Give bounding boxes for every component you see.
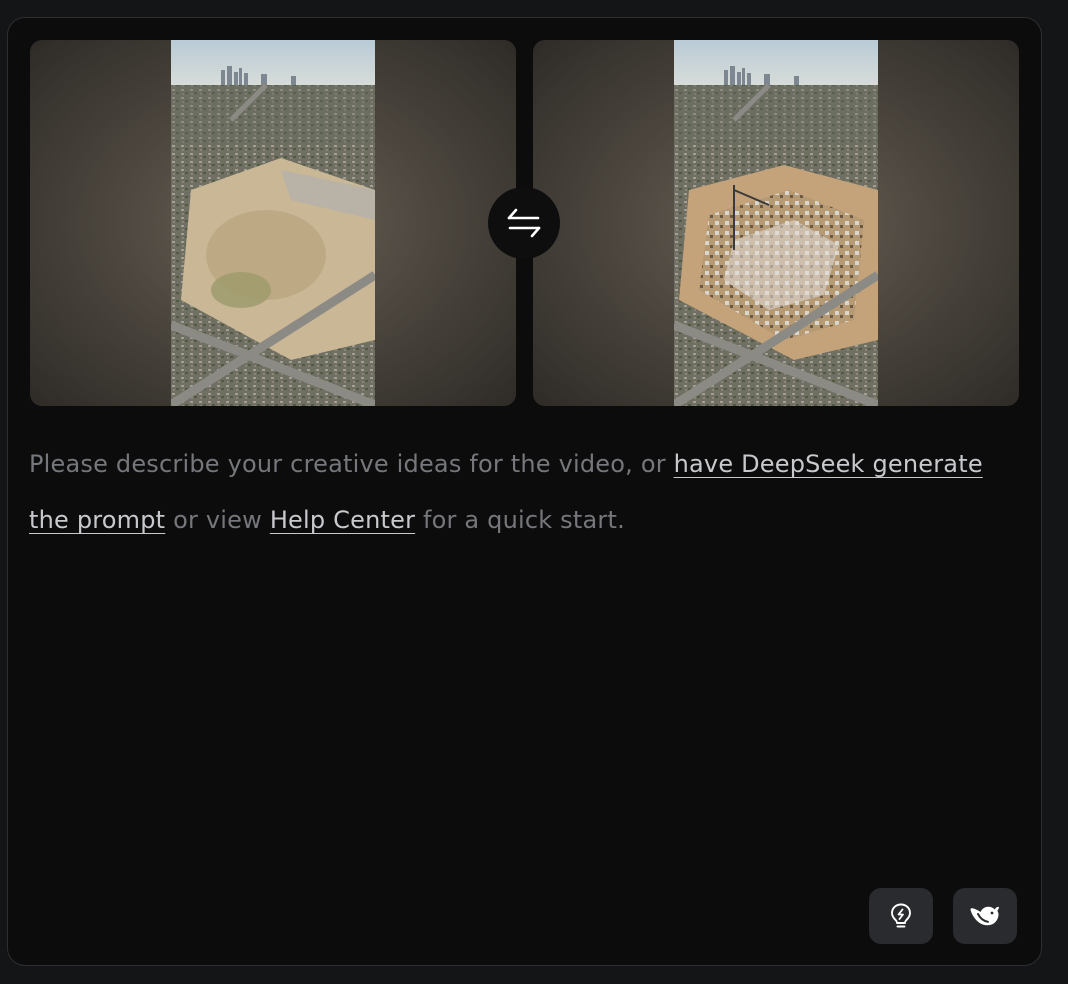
frame-images-row — [30, 40, 1020, 406]
prompt-text-3: for a quick start. — [415, 506, 625, 534]
help-center-link[interactable]: Help Center — [270, 506, 415, 534]
prompt-text-1: Please describe your creative ideas for … — [29, 450, 674, 478]
prompt-text-2: or view — [165, 506, 270, 534]
swap-frames-button[interactable] — [488, 187, 560, 259]
aerial-empty-lot-image — [171, 40, 375, 406]
deepseek-whale-icon — [970, 906, 999, 926]
prompt-placeholder[interactable]: Please describe your creative ideas for … — [29, 436, 1029, 548]
aerial-construction-site-image — [674, 40, 878, 406]
last-frame-slot[interactable] — [533, 40, 1019, 406]
swap-arrows-icon — [507, 208, 541, 238]
lightbulb-bolt-icon — [891, 903, 911, 928]
deepseek-button[interactable] — [953, 888, 1017, 944]
inspiration-button[interactable] — [869, 888, 933, 944]
video-prompt-panel: Please describe your creative ideas for … — [7, 17, 1042, 966]
first-frame-slot[interactable] — [30, 40, 516, 406]
